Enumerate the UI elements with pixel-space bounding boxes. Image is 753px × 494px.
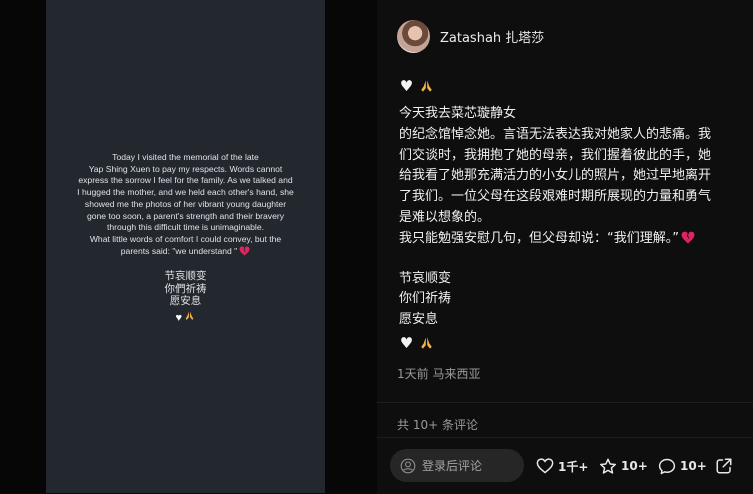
divider-strip — [325, 0, 377, 493]
bottom-action-bar: 登录后评论 1千+ 10+ 10+ — [377, 437, 753, 494]
comment-placeholder: 登录后评论 — [422, 459, 483, 473]
post-line: 们交谈时，我拥抱了她的母亲，我们握着彼此的手，她 — [399, 147, 712, 163]
share-button[interactable] — [715, 457, 733, 475]
post-line: 是难以想象的。 — [399, 209, 491, 225]
post-timestamp: 1天前 马来西亚 — [397, 367, 481, 381]
broken-heart-icon — [239, 246, 250, 260]
comments-count: 共 10+ 条评论 — [397, 418, 478, 432]
post-author[interactable]: Zatashah 扎塔莎 — [397, 18, 544, 54]
image-emoji-row: ♥ — [54, 310, 317, 325]
image-text-line: gone too soon, a parent's strength and t… — [86, 210, 285, 221]
post-emoji-row-bottom: ♥ — [399, 333, 434, 352]
left-backdrop — [0, 0, 46, 493]
comment-input[interactable]: 登录后评论 — [390, 449, 524, 482]
post-line: 今天我去菜芯璇静女 — [399, 106, 517, 121]
section-divider — [377, 402, 753, 403]
white-heart-icon: ♥ — [399, 333, 414, 352]
folded-hands-icon — [419, 79, 434, 93]
comment-count: 10+ — [680, 459, 707, 473]
image-text-line: showed me the photos of her vibrant youn… — [84, 198, 287, 209]
heart-outline-icon — [536, 458, 554, 474]
avatar[interactable] — [397, 19, 430, 53]
post-closing-line: 节哀顺变 — [399, 270, 452, 286]
like-count: 1千+ — [558, 459, 589, 474]
post-line: 的纪念馆悼念她。言语无法表达我对她家人的悲痛。我 — [399, 126, 712, 142]
image-text-line: through this difficult time is unimagina… — [107, 222, 264, 233]
image-text-line: I hugged the mother, and we held each ot… — [77, 187, 294, 198]
favorite-count: 10+ — [621, 459, 648, 473]
star-outline-icon — [599, 458, 617, 475]
user-icon — [400, 458, 416, 474]
image-text-line: Today I visited the memorial of the late — [112, 152, 259, 162]
white-heart-icon: ♥ — [399, 76, 414, 95]
comment-button[interactable]: 10+ — [658, 457, 707, 475]
image-text-line-last: parents said: "we understand " — [54, 246, 317, 260]
folded-hands-icon — [419, 336, 434, 350]
username[interactable]: Zatashah 扎塔莎 — [440, 27, 544, 46]
image-text-line: express the sorrow I feel for the family… — [78, 175, 293, 186]
image-cn-line: 你們祈祷 — [164, 282, 207, 295]
post-line: 给我看了她那充满活力的小女儿的照片，她过早地离开 — [399, 168, 712, 184]
image-cn-line: 节哀顺变 — [164, 270, 207, 283]
image-cn-line: 愿安息 — [169, 295, 202, 308]
comment-bubble-icon — [658, 458, 676, 475]
post-emoji-row: ♥ — [399, 76, 434, 95]
share-icon — [715, 457, 733, 475]
broken-heart-icon — [681, 231, 695, 252]
image-text-line: Yap Shing Xuen to pay my respects. Words… — [88, 163, 283, 174]
folded-hands-icon — [184, 311, 195, 323]
favorite-button[interactable]: 10+ — [599, 457, 648, 475]
post-line-quote: 我只能勉强安慰几句，但父母却说：“我们理解。” — [399, 229, 739, 252]
post-line: 了我们。一位父母在这段艰难时期所展现的力量和勇气 — [399, 189, 712, 205]
image-text-line: What little words of comfort I could con… — [89, 233, 282, 244]
post-image: Today I visited the memorial of the late… — [46, 0, 325, 493]
white-heart-icon: ♥ — [175, 311, 183, 324]
post-closing-line: 你们祈祷 — [399, 291, 452, 307]
post-body: 今天我去菜芯璇静女 的纪念馆悼念她。言语无法表达我对她家人的悲痛。我 们交谈时，… — [399, 104, 739, 331]
post-closing-line: 愿安息 — [399, 312, 439, 328]
like-button[interactable]: 1千+ — [536, 457, 588, 475]
image-text-block: Today I visited the memorial of the late… — [54, 152, 317, 325]
post-detail-panel: Zatashah 扎塔莎 ♥ 今天我去菜芯璇静女 的纪念馆悼念她。言语无法表达我… — [377, 0, 753, 494]
